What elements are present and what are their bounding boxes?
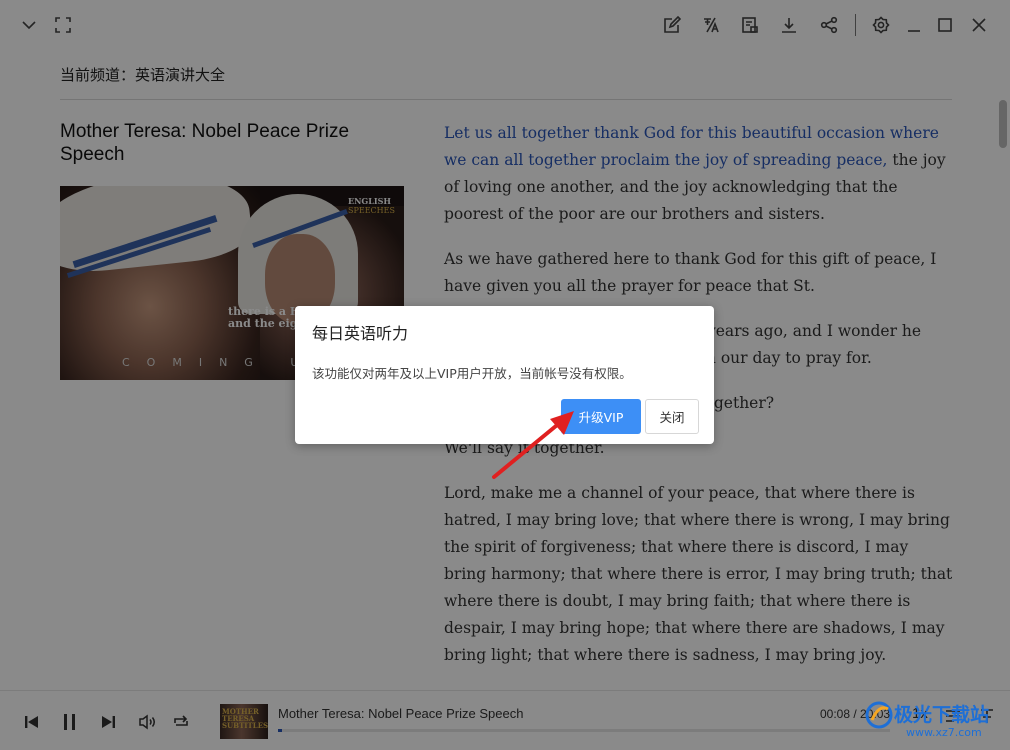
watermark-url: www.xz7.com bbox=[906, 726, 982, 739]
red-arrow-annotation bbox=[492, 411, 574, 479]
app-window: 当前频道：英语演讲大全 Mother Teresa: Nobel Peace P… bbox=[0, 0, 1010, 750]
dialog-close-button[interactable]: 关闭 bbox=[645, 399, 699, 434]
watermark-name: 极光下载站 bbox=[894, 704, 990, 726]
dialog-message: 该功能仅对两年及以上VIP用户开放，当前帐号没有权限。 bbox=[312, 366, 632, 381]
dialog-title: 每日英语听力 bbox=[312, 324, 409, 343]
site-watermark: 极光下载站 www.xz7.com bbox=[862, 696, 1010, 750]
watermark-logo-icon bbox=[865, 701, 893, 729]
